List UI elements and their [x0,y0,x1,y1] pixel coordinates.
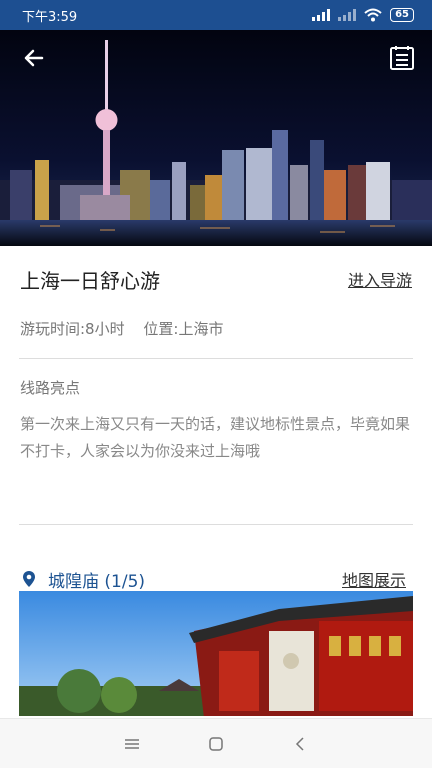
hamburger-icon [125,738,139,749]
route-content: 上海一日舒心游 进入导游 游玩时间:8小时 位置:上海市 线路亮点 第一次来上海… [0,246,432,633]
status-time: 下午3:59 [22,9,78,25]
wifi-icon [364,8,382,22]
temple-image [19,591,413,716]
poi-title: 城隍庙 (1/5) [22,567,145,592]
signal-2-icon [338,9,357,21]
back-arrow-icon[interactable] [18,42,50,74]
nav-back-button[interactable] [285,729,315,759]
location-pin-icon [23,571,35,587]
signal-icon [312,9,331,21]
list-icon[interactable] [386,42,418,74]
shanghai-skyline-image [0,30,432,246]
highlights-label: 线路亮点 [20,379,81,397]
route-title: 上海一日舒心游 [20,268,160,293]
poi-photo[interactable] [19,591,413,716]
title-row: 上海一日舒心游 进入导游 [0,246,432,312]
system-nav-bar [0,718,432,768]
poi-name: 城隍庙 (1/5) [48,571,146,592]
nav-menu-button[interactable] [117,729,147,759]
battery-badge: 65 [390,8,414,22]
status-icons: 65 [312,8,414,22]
square-icon [209,736,223,751]
route-meta: 游玩时间:8小时 位置:上海市 [0,312,432,346]
chevron-left-icon [295,736,304,751]
hero-image [0,30,432,246]
map-show-link[interactable]: 地图展示 [342,567,406,591]
highlights-description: 第一次来上海又只有一天的话，建议地标性景点，毕竟如果不打卡，人家会以为你没来过上… [20,415,411,460]
route-duration: 游玩时间:8小时 [20,320,125,338]
nav-home-button[interactable] [201,729,231,759]
route-location: 位置:上海市 [143,320,224,338]
enter-guide-link[interactable]: 进入导游 [348,267,412,291]
status-bar: 下午3:59 65 [0,0,432,30]
